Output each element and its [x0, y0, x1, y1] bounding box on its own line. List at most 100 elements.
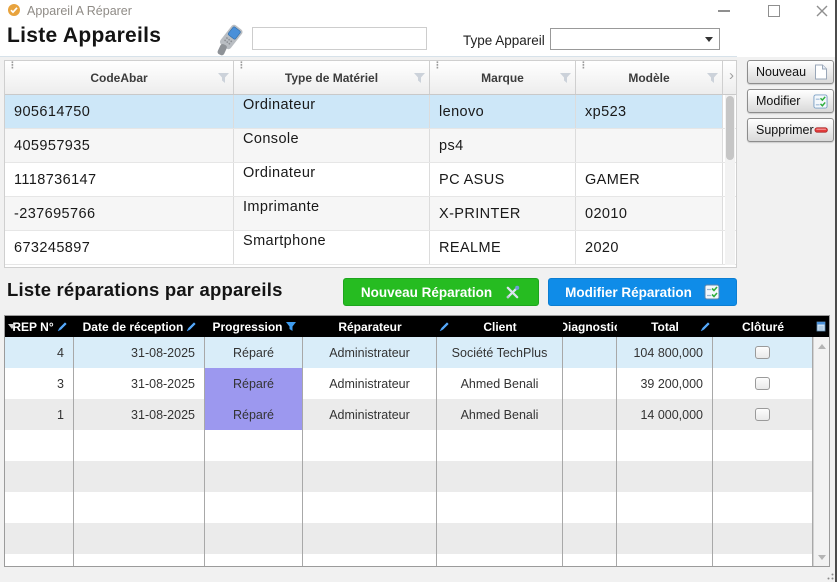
cell-reparateur: Administrateur: [303, 368, 437, 399]
column-header-type[interactable]: ⋮ Type de Matériel: [234, 61, 430, 94]
type-appareil-label: Type Appareil: [463, 33, 545, 48]
cell-modele: GAMER: [576, 163, 723, 196]
column-label: Total: [651, 320, 679, 334]
column-label: Type de Matériel: [285, 71, 378, 85]
column-header-modele[interactable]: ⋮ Modèle: [576, 61, 723, 94]
cell-type: Console: [234, 129, 430, 162]
type-appareil-select[interactable]: [550, 28, 720, 50]
table-row[interactable]: 1 31-08-2025 Réparé Administrateur Ahmed…: [5, 399, 813, 430]
new-document-icon: [813, 64, 828, 80]
table-row[interactable]: -237695766 Imprimante X-PRINTER 02010: [5, 197, 736, 231]
cloture-checkbox[interactable]: [755, 346, 770, 359]
table-row[interactable]: 3 31-08-2025 Réparé Administrateur Ahmed…: [5, 368, 813, 399]
column-header-progression[interactable]: Progression: [205, 316, 303, 337]
table-row[interactable]: 1118736147 Ordinateur PC ASUS GAMER: [5, 163, 736, 197]
cell-reparateur: Administrateur: [303, 399, 437, 430]
minimize-button[interactable]: [709, 2, 739, 20]
cloture-checkbox[interactable]: [755, 408, 770, 421]
drag-handle-icon: ⋮: [237, 61, 246, 70]
empty-row[interactable]: [5, 461, 813, 492]
header-overflow-area: ›: [723, 61, 736, 94]
nouveau-reparation-button[interactable]: Nouveau Réparation: [343, 278, 539, 306]
cell-cloture: [713, 399, 813, 430]
column-header-diagnostic[interactable]: Diagnostic: [563, 316, 617, 337]
cell-modele: xp523: [576, 95, 723, 128]
supprimer-button[interactable]: Supprimer: [747, 118, 834, 142]
filter-icon[interactable]: [707, 73, 718, 83]
scroll-down-button[interactable]: [814, 551, 829, 563]
cloture-checkbox[interactable]: [755, 377, 770, 390]
cell-type: Ordinateur: [234, 95, 430, 128]
cell-cloture: [713, 337, 813, 368]
column-header-reparateur[interactable]: Réparateur: [303, 316, 437, 337]
column-chooser[interactable]: [813, 316, 829, 337]
cell-cloture: [713, 368, 813, 399]
app-icon: [7, 3, 21, 17]
column-header-total[interactable]: Total: [617, 316, 713, 337]
table-row[interactable]: 905614750 Ordinateur lenovo xp523: [5, 95, 736, 129]
reparations-scrollbar[interactable]: [813, 337, 829, 566]
filter-icon[interactable]: [560, 73, 571, 83]
appareils-scrollbar[interactable]: [725, 95, 735, 265]
maximize-icon: [768, 5, 780, 17]
maximize-button[interactable]: [759, 2, 789, 20]
header-overflow-icon[interactable]: ›: [729, 68, 734, 83]
delete-icon: [814, 126, 828, 134]
cell-codeabar: 905614750: [5, 95, 234, 128]
scrollbar-thumb[interactable]: [726, 96, 734, 160]
column-chooser-icon: [816, 321, 827, 332]
cell-diagnostic: [563, 368, 617, 399]
nouveau-button-label: Nouveau: [756, 65, 806, 79]
filter-icon[interactable]: [218, 73, 229, 83]
table-row[interactable]: 405957935 Console ps4: [5, 129, 736, 163]
empty-row[interactable]: [5, 492, 813, 523]
cell-codeabar: 1118736147: [5, 163, 234, 196]
cell-date: 31-08-2025: [74, 337, 205, 368]
table-row[interactable]: 673245897 Smartphone REALME 2020: [5, 231, 736, 265]
cell-type: Ordinateur: [234, 163, 430, 196]
edit-pen-icon: [186, 322, 196, 332]
appareils-table-header: ⋮ CodeAbar ⋮ Type de Matériel ⋮ Marque ⋮…: [5, 61, 736, 95]
reparations-table-header: REP N° Date de réception Progression Rép…: [5, 316, 829, 337]
modifier-button-label: Modifier: [756, 94, 800, 108]
barcode-search-input[interactable]: [252, 27, 427, 50]
filter-active-icon[interactable]: [286, 322, 296, 331]
resize-grip-icon[interactable]: [825, 571, 834, 580]
empty-row[interactable]: [5, 523, 813, 554]
column-label: CodeAbar: [90, 71, 147, 85]
cell-type: Imprimante: [234, 197, 430, 230]
column-header-cloture[interactable]: Clôturé: [713, 316, 813, 337]
corner-filter-icon[interactable]: [8, 324, 16, 329]
filter-icon[interactable]: [414, 73, 425, 83]
cell-rep-no: 4: [5, 337, 74, 368]
page-title: Liste Appareils: [7, 24, 161, 48]
scroll-up-button[interactable]: [814, 340, 829, 352]
modifier-button[interactable]: Modifier: [747, 89, 834, 113]
table-row[interactable]: 4 31-08-2025 Réparé Administrateur Socié…: [5, 337, 813, 368]
section-divider: [0, 56, 737, 57]
cell-date: 31-08-2025: [74, 368, 205, 399]
column-header-rep-no[interactable]: REP N°: [5, 316, 74, 337]
column-header-codeabar[interactable]: ⋮ CodeAbar: [5, 61, 234, 94]
tools-icon: [504, 284, 521, 301]
column-header-date-reception[interactable]: Date de réception: [74, 316, 205, 337]
cell-modele: [576, 129, 723, 162]
column-label: Date de réception: [83, 320, 184, 334]
modifier-reparation-button[interactable]: Modifier Réparation: [548, 278, 737, 306]
empty-row[interactable]: [5, 554, 813, 566]
empty-row[interactable]: [5, 430, 813, 461]
cell-marque: lenovo: [430, 95, 576, 128]
chevron-down-icon[interactable]: [699, 37, 719, 42]
column-header-marque[interactable]: ⋮ Marque: [430, 61, 576, 94]
app-window: Appareil A Réparer Liste Appareils Type …: [0, 0, 837, 582]
close-icon: [816, 5, 828, 17]
column-header-client[interactable]: Client: [437, 316, 563, 337]
drag-handle-icon: ⋮: [8, 61, 17, 70]
column-label: Réparateur: [338, 320, 401, 334]
nouveau-button[interactable]: Nouveau: [747, 60, 834, 84]
cell-marque: PC ASUS: [430, 163, 576, 196]
cell-client: Ahmed Benali: [437, 399, 563, 430]
cell-rep-no: 1: [5, 399, 74, 430]
close-button[interactable]: [807, 2, 837, 20]
cell-rep-no: 3: [5, 368, 74, 399]
